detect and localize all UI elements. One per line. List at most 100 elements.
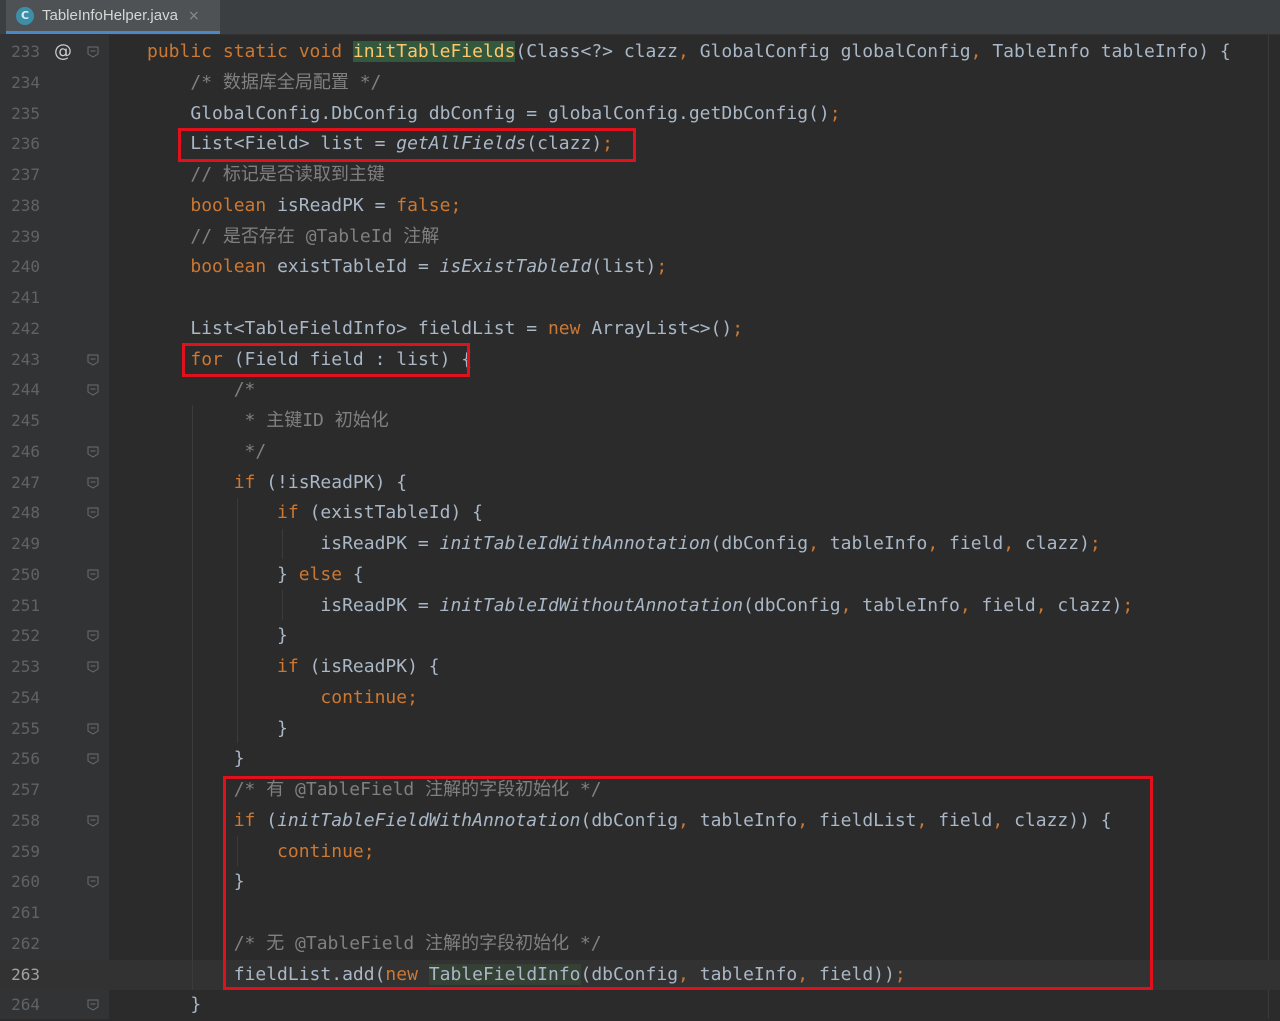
code-line[interactable]: 240 boolean existTableId = isExistTableI… — [0, 252, 1280, 283]
code-text[interactable]: /* 数据库全局配置 */ — [147, 68, 381, 99]
code-line[interactable]: 239 // 是否存在 @TableId 注解 — [0, 222, 1280, 253]
line-number[interactable]: 244 — [0, 375, 40, 406]
code-line[interactable]: 264 } — [0, 990, 1280, 1021]
fold-marker-icon[interactable] — [87, 507, 99, 519]
line-number[interactable]: 235 — [0, 99, 40, 130]
line-number[interactable]: 252 — [0, 621, 40, 652]
line-number[interactable]: 260 — [0, 867, 40, 898]
code-text[interactable]: } else { — [147, 560, 364, 591]
line-number[interactable]: 257 — [0, 775, 40, 806]
line-number[interactable]: 258 — [0, 806, 40, 837]
fold-marker-icon[interactable] — [87, 661, 99, 673]
code-line[interactable]: 241 — [0, 283, 1280, 314]
line-number[interactable]: 238 — [0, 191, 40, 222]
line-number[interactable]: 254 — [0, 683, 40, 714]
code-token: , — [959, 594, 982, 616]
line-number[interactable]: 256 — [0, 744, 40, 775]
code-text[interactable]: boolean isReadPK = false; — [147, 191, 461, 222]
fold-marker-icon[interactable] — [87, 477, 99, 489]
code-line[interactable]: 238 boolean isReadPK = false; — [0, 191, 1280, 222]
line-number[interactable]: 245 — [0, 406, 40, 437]
fold-marker-icon[interactable] — [87, 354, 99, 366]
line-number[interactable]: 239 — [0, 222, 40, 253]
line-number[interactable]: 264 — [0, 990, 40, 1021]
line-number[interactable]: 262 — [0, 929, 40, 960]
tab-label: TableInfoHelper.java — [42, 7, 178, 24]
line-number[interactable]: 253 — [0, 652, 40, 683]
code-text[interactable]: isReadPK = initTableIdWithoutAnnotation(… — [147, 591, 1133, 622]
code-text[interactable]: * 主键ID 初始化 — [147, 406, 389, 437]
fold-marker-icon[interactable] — [87, 569, 99, 581]
code-token: , — [1035, 594, 1058, 616]
fold-marker-icon[interactable] — [87, 446, 99, 458]
fold-marker-icon[interactable] — [87, 384, 99, 396]
code-text[interactable]: if (existTableId) { — [147, 498, 483, 529]
line-number[interactable]: 243 — [0, 345, 40, 376]
code-text[interactable]: } — [147, 990, 201, 1021]
line-number[interactable]: 263 — [0, 960, 40, 991]
code-line[interactable]: 233 @ public static void initTableFields(C… — [0, 37, 1280, 68]
code-line[interactable]: 234 /* 数据库全局配置 */ — [0, 68, 1280, 99]
code-token: /* — [233, 379, 256, 401]
line-number[interactable]: 236 — [0, 129, 40, 160]
code-text[interactable]: } — [147, 744, 245, 775]
code-text[interactable]: public static void initTableFields(Class… — [147, 37, 1231, 68]
code-line[interactable]: 237 // 标记是否读取到主键 — [0, 160, 1280, 191]
fold-marker-icon[interactable] — [87, 876, 99, 888]
code-text[interactable]: /* — [147, 375, 256, 406]
line-number[interactable]: 261 — [0, 898, 40, 929]
code-text[interactable]: boolean existTableId = isExistTableId(li… — [147, 252, 667, 283]
line-number[interactable]: 246 — [0, 437, 40, 468]
code-text[interactable]: // 标记是否读取到主键 — [147, 160, 385, 191]
code-line[interactable]: 235 GlobalConfig.DbConfig dbConfig = glo… — [0, 99, 1280, 130]
fold-marker-icon[interactable] — [87, 999, 99, 1011]
code-token: else — [298, 563, 353, 585]
line-number[interactable]: 247 — [0, 468, 40, 499]
fold-marker-icon[interactable] — [87, 815, 99, 827]
line-number[interactable]: 259 — [0, 837, 40, 868]
line-number[interactable]: 234 — [0, 68, 40, 99]
code-text[interactable]: } — [147, 714, 288, 745]
line-number[interactable]: 250 — [0, 560, 40, 591]
code-text[interactable]: } — [147, 621, 288, 652]
indent-guide — [237, 498, 238, 743]
fold-marker-icon[interactable] — [87, 723, 99, 735]
code-text[interactable]: List<TableFieldInfo> fieldList = new Arr… — [147, 314, 743, 345]
code-text[interactable]: GlobalConfig.DbConfig dbConfig = globalC… — [147, 99, 840, 130]
line-number[interactable]: 233 — [0, 37, 40, 68]
code-text[interactable]: if (!isReadPK) { — [147, 468, 407, 499]
override-marker-icon[interactable]: @ — [54, 37, 72, 68]
code-text[interactable]: continue; — [147, 683, 418, 714]
line-number[interactable]: 240 — [0, 252, 40, 283]
code-token: (dbConfig — [743, 594, 841, 616]
code-line[interactable]: 242 List<TableFieldInfo> fieldList = new… — [0, 314, 1280, 345]
line-number[interactable]: 237 — [0, 160, 40, 191]
line-number[interactable]: 242 — [0, 314, 40, 345]
code-token: isReadPK = — [147, 533, 440, 554]
tab-tableinfohelper[interactable]: C TableInfoHelper.java × — [6, 0, 220, 34]
line-number[interactable]: 251 — [0, 591, 40, 622]
code-line[interactable]: 244 /* — [0, 375, 1280, 406]
line-number[interactable]: 249 — [0, 529, 40, 560]
close-icon[interactable]: × — [188, 8, 200, 24]
code-text[interactable]: */ — [147, 437, 267, 468]
code-token: } — [147, 748, 245, 770]
fold-marker-icon[interactable] — [87, 46, 99, 58]
code-text[interactable]: if (isReadPK) { — [147, 652, 440, 683]
fold-marker-icon[interactable] — [87, 630, 99, 642]
line-number[interactable]: 241 — [0, 283, 40, 314]
code-token: if — [277, 656, 310, 677]
code-text[interactable]: // 是否存在 @TableId 注解 — [147, 222, 439, 253]
editor-tab-bar: C TableInfoHelper.java × — [0, 0, 1280, 35]
code-text[interactable]: isReadPK = initTableIdWithAnnotation(dbC… — [147, 529, 1100, 560]
code-token: field — [949, 533, 1004, 554]
code-token: if — [277, 502, 310, 524]
line-number[interactable]: 255 — [0, 714, 40, 745]
line-number[interactable]: 248 — [0, 498, 40, 529]
fold-marker-icon[interactable] — [87, 753, 99, 765]
